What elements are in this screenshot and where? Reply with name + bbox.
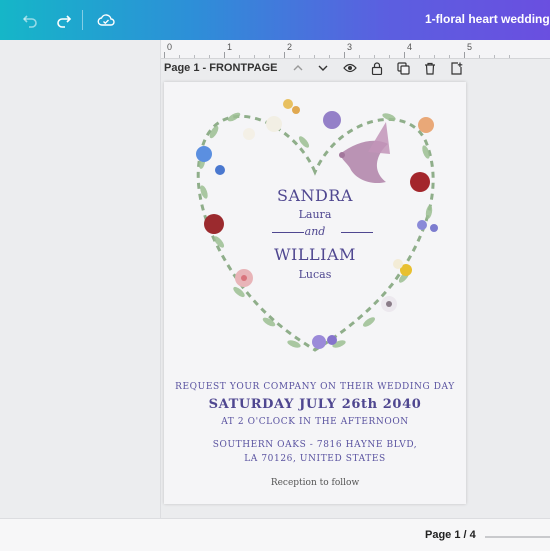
ruler-number: 1 xyxy=(227,42,233,52)
ruler-number: 0 xyxy=(167,42,173,52)
undo-icon[interactable] xyxy=(18,8,42,32)
divider-line xyxy=(341,232,373,233)
reception-note: Reception to follow xyxy=(270,478,360,488)
ruler-number: 2 xyxy=(287,42,293,52)
horizontal-ruler: 0 1 2 3 4 5 xyxy=(161,40,550,59)
lock-icon[interactable] xyxy=(369,60,385,76)
side-panel xyxy=(0,40,161,518)
zoom-slider[interactable] xyxy=(485,536,550,538)
redo-icon[interactable] xyxy=(52,8,76,32)
conjunction-text: and xyxy=(304,225,326,238)
ruler-number: 4 xyxy=(407,42,413,52)
top-toolbar: 1-floral heart wedding inv xyxy=(0,0,550,40)
chevron-up-icon[interactable] xyxy=(290,60,306,76)
toolbar-divider xyxy=(82,10,83,30)
bird-icon xyxy=(339,122,390,184)
venue-line-1: SOUTHERN OAKS - 7816 HAYNE BLVD, xyxy=(212,440,418,450)
chevron-down-icon[interactable] xyxy=(315,60,331,76)
page-title[interactable]: Page 1 - FRONTPAGE xyxy=(164,62,277,74)
groom-last-name: Lucas xyxy=(298,268,332,281)
cloud-check-icon[interactable] xyxy=(94,8,118,32)
wedding-date: SATURDAY JULY 26th 2040 xyxy=(208,397,422,412)
design-page[interactable]: SANDRA Laura and WILLIAM Lucas REQUEST Y… xyxy=(164,82,466,504)
ruler-number: 3 xyxy=(347,42,353,52)
page-indicator[interactable]: Page 1 / 4 xyxy=(425,529,476,541)
bride-last-name: Laura xyxy=(298,208,332,221)
trash-icon[interactable] xyxy=(422,60,438,76)
bottom-bar: Page 1 / 4 xyxy=(0,518,550,551)
eye-icon[interactable] xyxy=(342,60,358,76)
groom-first-name: WILLIAM xyxy=(274,245,356,264)
wedding-time: AT 2 O'CLOCK IN THE AFTERNOON xyxy=(221,417,409,427)
venue-line-2: LA 70126, UNITED STATES xyxy=(244,454,386,464)
document-title[interactable]: 1-floral heart wedding inv xyxy=(425,12,550,26)
bride-first-name: SANDRA xyxy=(277,186,353,205)
ruler-number: 5 xyxy=(467,42,473,52)
duplicate-icon[interactable] xyxy=(395,60,411,76)
add-page-icon[interactable] xyxy=(448,60,464,76)
request-line: REQUEST YOUR COMPANY ON THEIR WEDDING DA… xyxy=(175,382,455,392)
